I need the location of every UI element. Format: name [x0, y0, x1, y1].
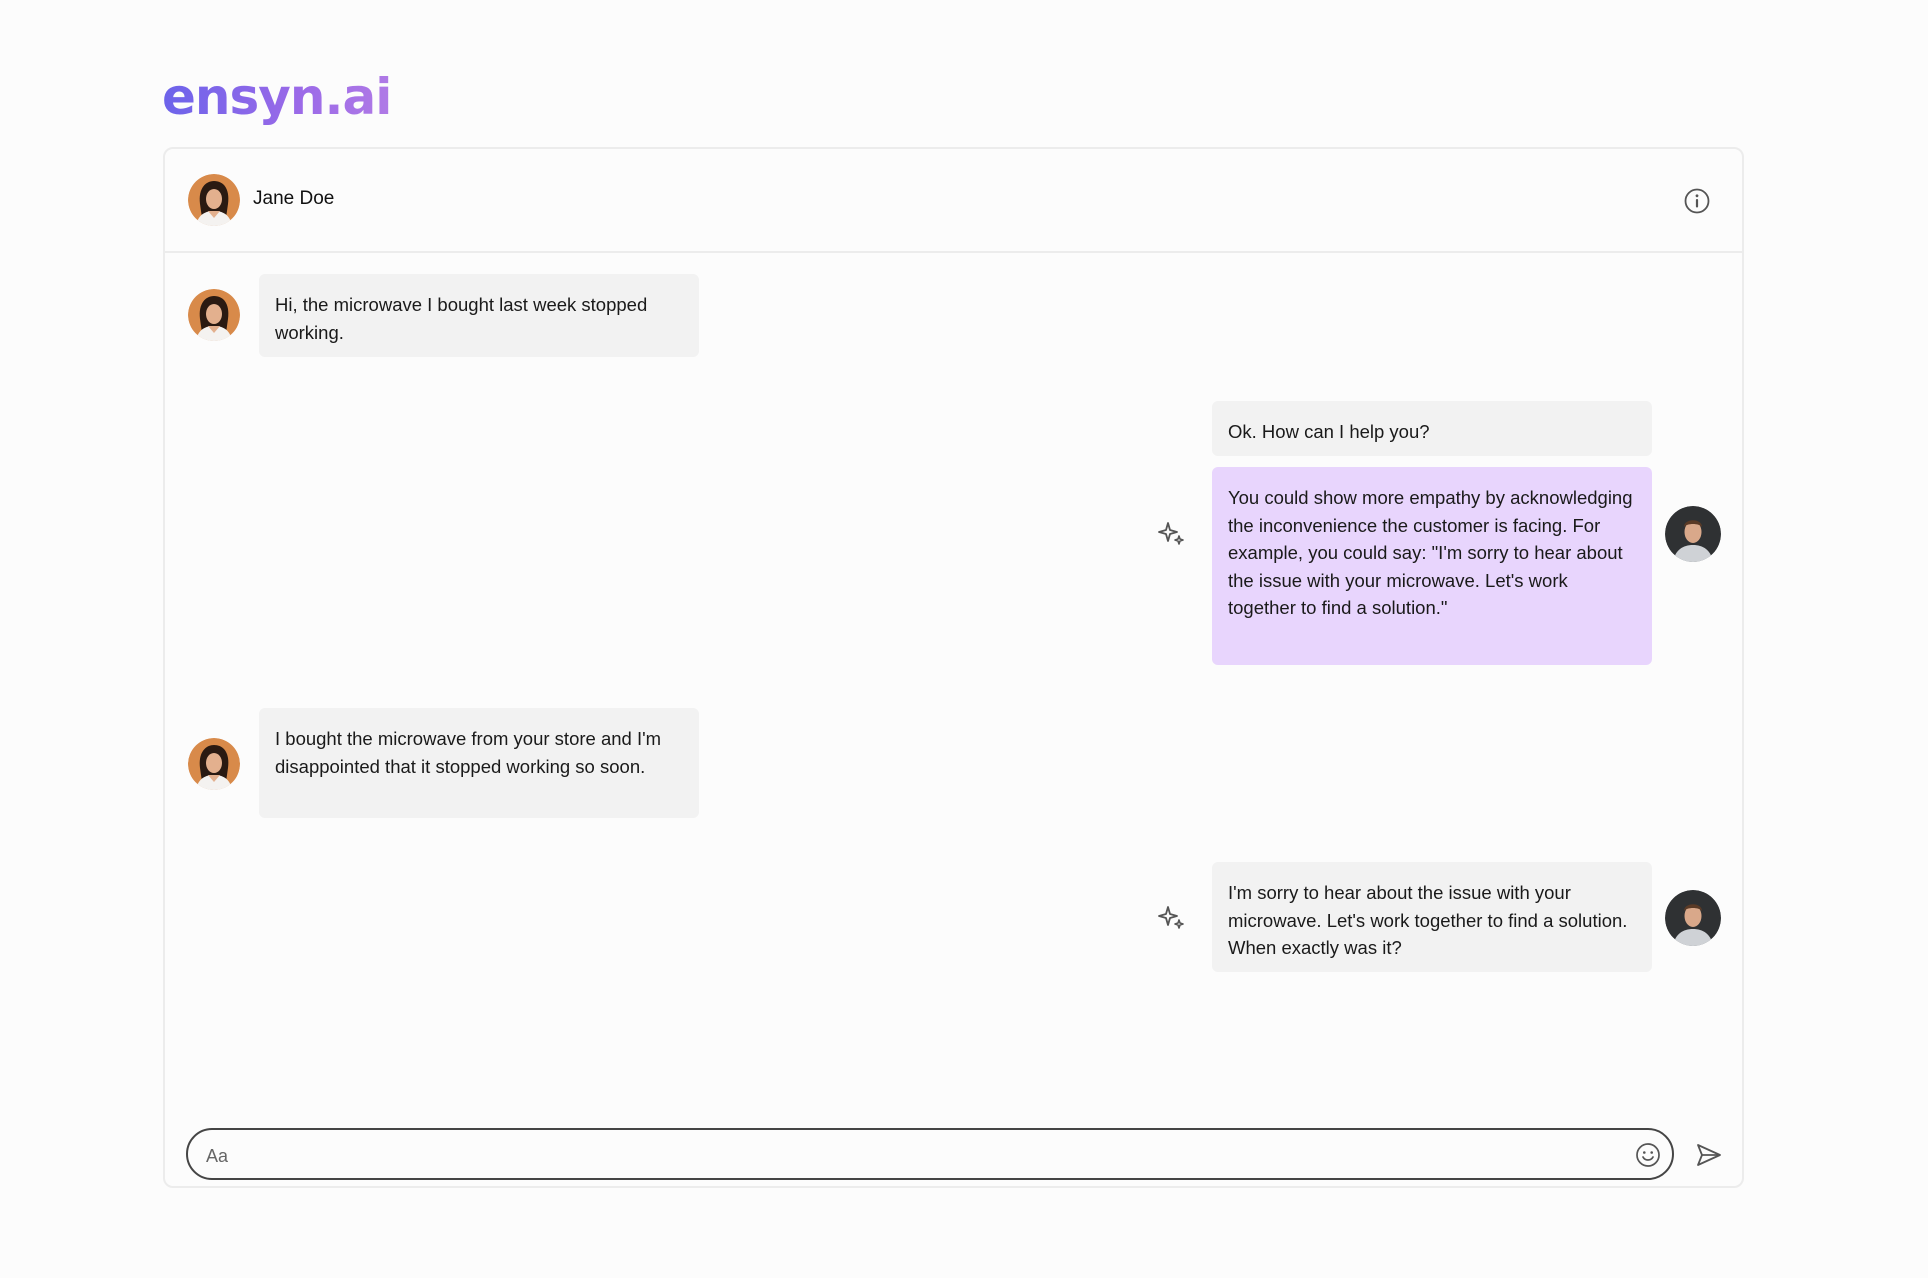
agent-message: Ok. How can I help you? — [1212, 401, 1652, 456]
customer-message: I bought the microwave from your store a… — [259, 708, 699, 818]
customer-avatar — [188, 289, 240, 341]
agent-message: I'm sorry to hear about the issue with y… — [1212, 862, 1652, 972]
message-composer — [186, 1128, 1674, 1180]
customer-avatar — [188, 738, 240, 790]
contact-avatar — [188, 174, 240, 226]
send-icon[interactable] — [1695, 1141, 1723, 1169]
chat-panel: Jane Doe Hi, the microwave I bought last… — [163, 147, 1744, 1188]
info-icon[interactable] — [1683, 187, 1711, 215]
agent-avatar — [1665, 890, 1721, 946]
brand-logo: ensyn.ai — [162, 62, 392, 132]
ai-suggestion-message: You could show more empathy by acknowled… — [1212, 467, 1652, 665]
chat-header: Jane Doe — [165, 149, 1742, 253]
agent-avatar — [1665, 506, 1721, 562]
emoji-icon[interactable] — [1635, 1142, 1661, 1168]
sparkle-icon[interactable] — [1156, 518, 1186, 548]
customer-message: Hi, the microwave I bought last week sto… — [259, 274, 699, 357]
contact-name: Jane Doe — [253, 188, 335, 209]
message-input[interactable] — [204, 1142, 1608, 1170]
sparkle-icon[interactable] — [1156, 902, 1186, 932]
